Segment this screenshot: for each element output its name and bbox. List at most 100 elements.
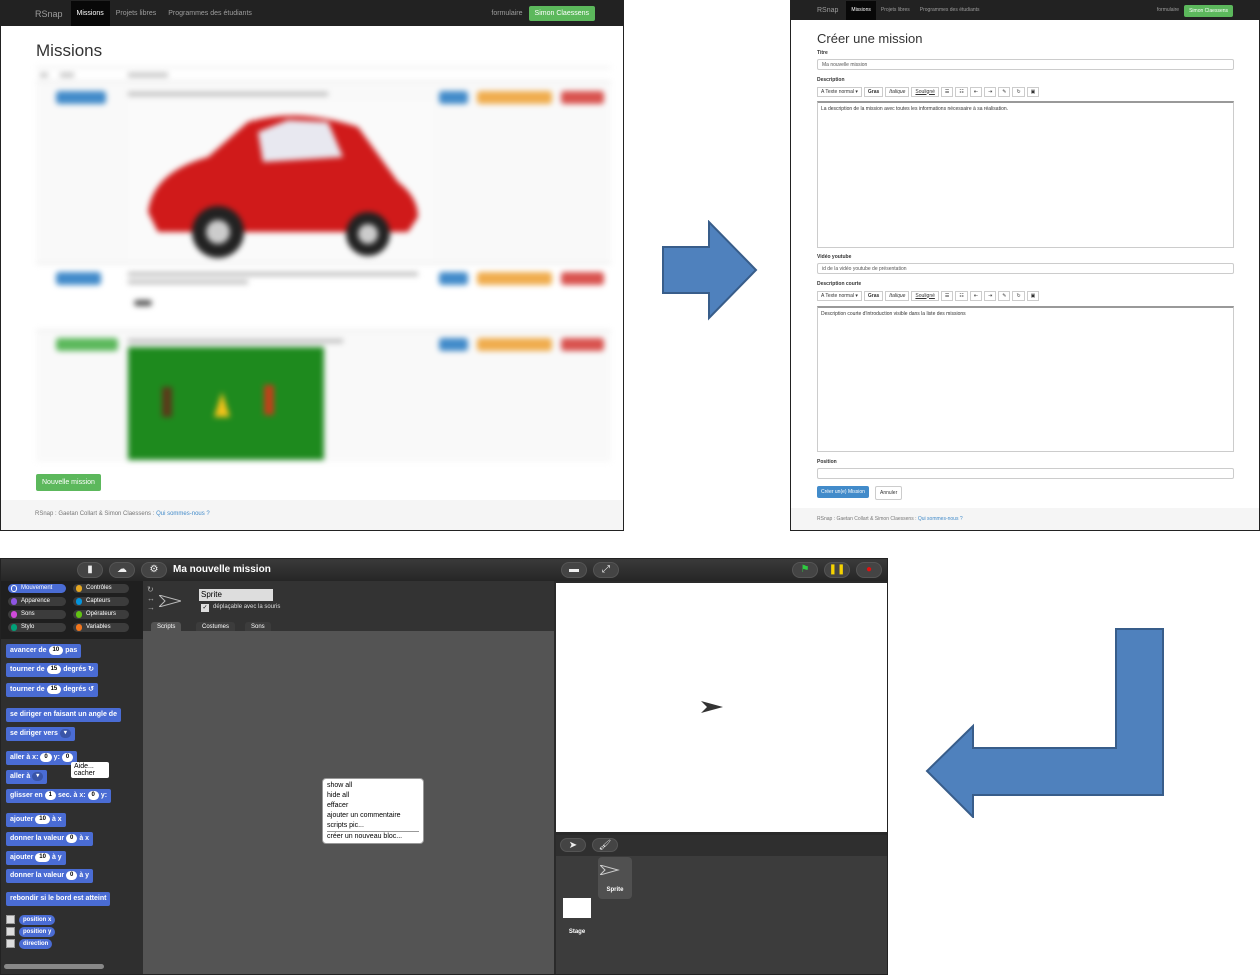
- nav-projets-libres[interactable]: Projets libres: [876, 1, 915, 20]
- pen-icon[interactable]: ✎: [998, 86, 1011, 97]
- block-point-towards[interactable]: se diriger vers ▾: [6, 727, 75, 741]
- nav-missions[interactable]: Missions: [70, 1, 110, 26]
- menu-item-add-comment[interactable]: ajouter un commentaire: [327, 811, 419, 821]
- brand[interactable]: RSnap: [35, 9, 63, 19]
- bold-button[interactable]: Gras: [863, 86, 884, 97]
- underline-button[interactable]: Souligné: [911, 86, 939, 97]
- stage-thumbnail[interactable]: [563, 898, 591, 918]
- brand[interactable]: RSnap: [817, 7, 838, 14]
- sprite-arrow-icon[interactable]: [701, 701, 723, 713]
- category-sound[interactable]: Sons: [8, 610, 66, 619]
- cloud-icon[interactable]: ☁: [109, 562, 135, 578]
- category-control[interactable]: Contrôles: [73, 584, 129, 593]
- indent-icon[interactable]: ⇥: [984, 290, 997, 301]
- nav-missions[interactable]: Missions: [846, 1, 876, 20]
- position-input[interactable]: [817, 468, 1234, 479]
- category-sensing[interactable]: Capteurs: [73, 597, 129, 606]
- nav-programmes[interactable]: Programmes des étudiants: [915, 1, 985, 20]
- menu-item-show-all[interactable]: show all: [327, 781, 419, 791]
- description-editor[interactable]: La description de la mission avec toutes…: [817, 101, 1234, 248]
- category-motion[interactable]: Mouvement: [8, 584, 66, 593]
- reporter-position-y[interactable]: position y: [19, 927, 56, 937]
- menu-item-make-block[interactable]: créer un nouveau bloc...: [327, 831, 419, 841]
- corral-sprite[interactable]: Sprite: [598, 857, 632, 899]
- italic-button[interactable]: Italique: [885, 290, 910, 301]
- text-style-dropdown[interactable]: A Texte normal ▾: [817, 86, 862, 97]
- return-arrow-shape: [925, 628, 1164, 818]
- pen-icon[interactable]: ✎: [998, 290, 1011, 301]
- about-link[interactable]: Qui sommes-nous ?: [918, 516, 963, 522]
- user-button[interactable]: Simon Claessens: [528, 6, 595, 21]
- short-description-editor[interactable]: Description courte d'introduction visibl…: [817, 306, 1234, 452]
- category-looks[interactable]: Apparence: [8, 597, 66, 606]
- outdent-icon[interactable]: ⇤: [969, 86, 983, 97]
- pause-icon[interactable]: ❚❚: [824, 562, 850, 578]
- checkbox-position-x[interactable]: [6, 915, 15, 924]
- stage[interactable]: [556, 583, 887, 832]
- nav-formulaire[interactable]: formulaire: [1152, 1, 1184, 20]
- numbered-list-icon[interactable]: ☷: [955, 86, 968, 97]
- turtle-icon[interactable]: ➤: [560, 838, 586, 852]
- palette-scrollbar[interactable]: [4, 964, 104, 969]
- block-go-to[interactable]: aller à ▾: [6, 770, 48, 784]
- refresh-icon[interactable]: ↻: [1012, 290, 1025, 301]
- checkbox-position-y[interactable]: [6, 927, 15, 936]
- block-set-x[interactable]: donner la valeur 0 à x: [6, 832, 94, 846]
- reporter-direction[interactable]: direction: [19, 939, 53, 949]
- outdent-icon[interactable]: ⇤: [969, 290, 983, 301]
- image-icon[interactable]: ▣: [1026, 290, 1040, 301]
- title-input[interactable]: Ma nouvelle mission: [817, 59, 1234, 70]
- rotation-style-icon[interactable]: ↻ ↔ →: [147, 585, 155, 612]
- block-turn-left[interactable]: tourner de 15 degrés ↺: [6, 683, 98, 697]
- menu-item-scripts-pic[interactable]: scripts pic...: [327, 821, 419, 831]
- create-mission-button[interactable]: Créer un(e) Mission: [817, 486, 869, 498]
- bold-button[interactable]: Gras: [863, 290, 884, 301]
- block-change-y[interactable]: ajouter 10 à y: [6, 851, 66, 865]
- nav-formulaire[interactable]: formulaire: [485, 1, 528, 26]
- indent-icon[interactable]: ⇥: [984, 86, 997, 97]
- menu-item-help[interactable]: Aide...: [74, 763, 106, 770]
- menu-item-hide-all[interactable]: hide all: [327, 791, 419, 801]
- refresh-icon[interactable]: ↻: [1012, 86, 1025, 97]
- block-move[interactable]: avancer de 10 pas: [6, 644, 82, 658]
- italic-button[interactable]: Italique: [885, 86, 910, 97]
- paintbrush-icon[interactable]: 🖌: [592, 838, 618, 852]
- menu-item-hide[interactable]: cacher: [74, 770, 106, 777]
- category-pen[interactable]: Stylo: [8, 623, 66, 632]
- stage-size-icon[interactable]: ▬: [561, 562, 587, 578]
- block-bounce[interactable]: rebondir si le bord est atteint: [6, 892, 111, 906]
- bullet-list-icon[interactable]: ☰: [940, 290, 954, 301]
- about-link[interactable]: Qui sommes-nous ?: [156, 511, 210, 517]
- sprite-name-input[interactable]: Sprite: [199, 589, 273, 601]
- video-input[interactable]: id de la vidéo youtube de présentation: [817, 263, 1234, 274]
- checkbox-direction[interactable]: [6, 939, 15, 948]
- fullscreen-icon[interactable]: ⤢: [593, 562, 619, 578]
- file-icon[interactable]: ▮: [77, 562, 103, 578]
- draggable-checkbox[interactable]: ✓: [201, 604, 209, 612]
- nav-projets-libres[interactable]: Projets libres: [110, 1, 162, 26]
- text-style-dropdown[interactable]: A Texte normal ▾: [817, 290, 862, 301]
- category-operators[interactable]: Opérateurs: [73, 610, 129, 619]
- block-change-x[interactable]: ajouter 10 à x: [6, 813, 66, 827]
- menu-item-clear[interactable]: effacer: [327, 801, 419, 811]
- underline-button[interactable]: Souligné: [911, 290, 939, 301]
- reporter-position-x[interactable]: position x: [19, 915, 56, 925]
- user-button[interactable]: Simon Claessens: [1184, 4, 1233, 17]
- category-variables[interactable]: Variables: [73, 623, 129, 632]
- bullet-list-icon[interactable]: ☰: [940, 86, 954, 97]
- block-go-to-xy[interactable]: aller à x: 0 y: 0: [6, 751, 78, 765]
- stop-icon[interactable]: ●: [856, 562, 882, 578]
- block-set-y[interactable]: donner la valeur 0 à y: [6, 869, 94, 883]
- new-mission-button[interactable]: Nouvelle mission: [36, 474, 101, 491]
- image-icon[interactable]: ▣: [1026, 86, 1040, 97]
- block-glide[interactable]: glisser en 1 sec. à x: 0 y:: [6, 789, 112, 803]
- green-flag-icon[interactable]: ⚑: [792, 562, 818, 578]
- nav-programmes[interactable]: Programmes des étudiants: [162, 1, 258, 26]
- numbered-list-icon[interactable]: ☷: [955, 290, 968, 301]
- game-image: [128, 347, 324, 460]
- table-header: [36, 67, 611, 81]
- cancel-button[interactable]: Annuler: [875, 486, 903, 500]
- gear-icon[interactable]: ⚙: [141, 562, 167, 578]
- block-point-direction[interactable]: se diriger en faisant un angle de: [6, 708, 121, 722]
- block-turn-right[interactable]: tourner de 15 degrés ↻: [6, 663, 98, 677]
